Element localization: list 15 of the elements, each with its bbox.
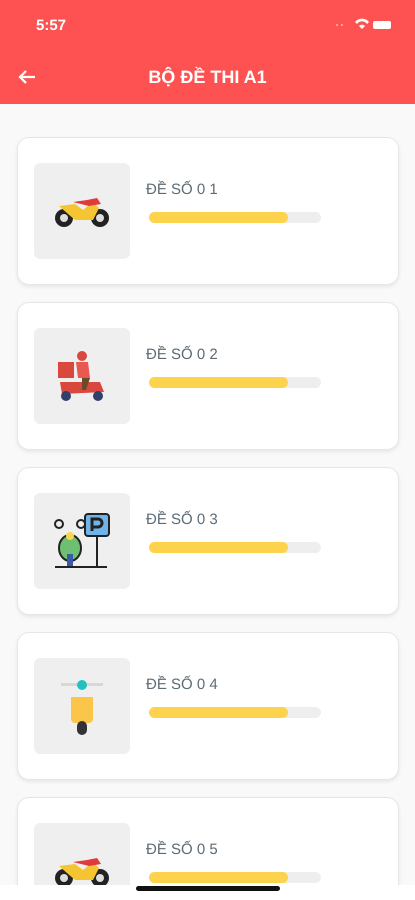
test-title: ĐỀ SỐ 0 4 xyxy=(146,676,219,693)
test-title: ĐỀ SỐ 0 2 xyxy=(146,346,219,363)
test-title: ĐỀ SỐ 0 3 xyxy=(146,511,219,528)
screen-title: BỘ ĐỀ THI A1 xyxy=(148,66,267,88)
test-card[interactable]: ĐỀ SỐ 0 5 xyxy=(17,797,399,885)
test-card[interactable]: ĐỀ SỐ 0 4 xyxy=(17,632,399,780)
status-icons xyxy=(333,18,393,32)
parked-scooter-icon xyxy=(53,512,111,570)
test-card[interactable]: ĐỀ SỐ 0 1 xyxy=(17,137,399,285)
status-time: 5:57 xyxy=(36,16,66,34)
back-arrow-icon xyxy=(18,69,36,85)
test-card[interactable]: ĐỀ SỐ 0 2 xyxy=(17,302,399,450)
test-title: ĐỀ SỐ 0 5 xyxy=(146,841,219,858)
test-title: ĐỀ SỐ 0 1 xyxy=(146,181,219,198)
test-card[interactable]: ĐỀ SỐ 0 3 xyxy=(17,467,399,615)
